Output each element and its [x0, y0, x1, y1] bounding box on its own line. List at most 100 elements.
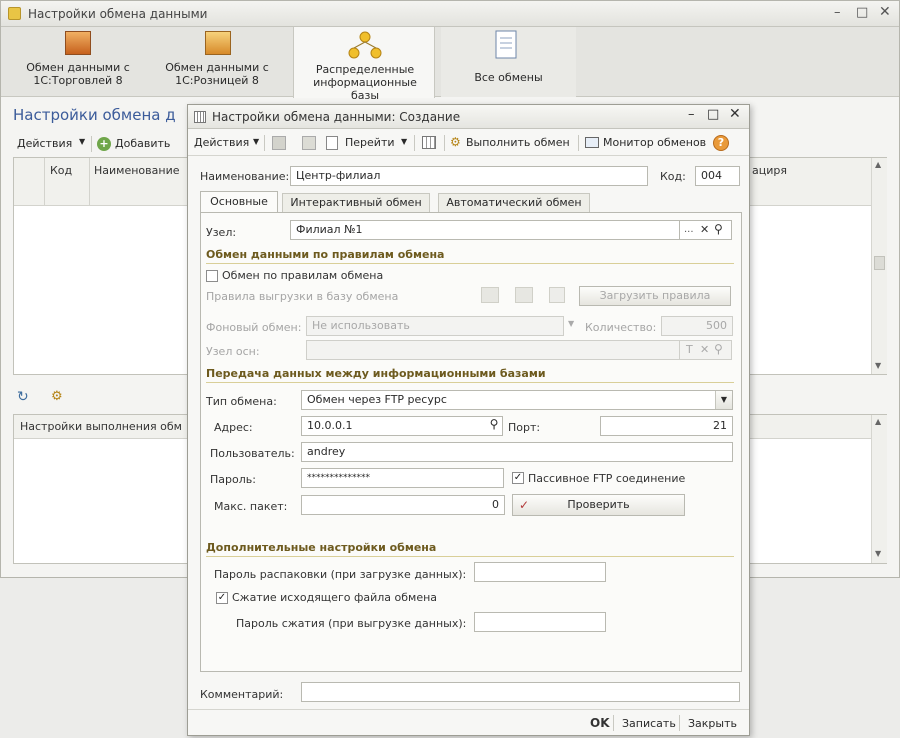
node-base-input[interactable]	[306, 340, 680, 360]
copy-icon[interactable]	[302, 136, 316, 150]
name-input[interactable]: Центр-филиал	[290, 166, 648, 186]
filter-t-icon[interactable]: T	[686, 343, 693, 356]
tab-interactive[interactable]: Интерактивный обмен	[282, 193, 430, 212]
lower-toolbar: ↻ ⚙	[13, 387, 93, 409]
by-rules-checkbox[interactable]	[206, 270, 218, 282]
dialog-close-icon[interactable]: ✕	[729, 106, 741, 122]
main-add-button[interactable]: Добавить	[115, 137, 170, 150]
grid-col-code[interactable]: Код	[50, 164, 72, 177]
tab-retail[interactable]: Обмен данными с 1С:Розницей 8	[149, 27, 284, 97]
load-rules-button[interactable]: Загрузить правила	[579, 286, 731, 306]
run-exchange-icon: ⚙	[450, 135, 461, 149]
add-icon: +	[97, 137, 111, 151]
save-icon[interactable]	[272, 136, 286, 150]
minimize-icon[interactable]: –	[834, 5, 841, 20]
dialog-goto-menu[interactable]: Перейти	[345, 136, 395, 149]
tab-trade[interactable]: Обмен данными с 1С:Торговлей 8	[13, 27, 143, 97]
select-icon[interactable]: ...	[684, 224, 694, 235]
user-input[interactable]: andrey	[301, 442, 733, 462]
run-exchange-button[interactable]: Выполнить обмен	[466, 136, 570, 149]
toolbar-separator	[444, 135, 445, 151]
rules-doc-icon[interactable]	[549, 287, 565, 303]
section-rules-line	[206, 263, 734, 264]
address-input[interactable]: 10.0.0.1	[301, 416, 487, 436]
maximize-icon[interactable]: □	[856, 5, 868, 20]
grid-scrollbar[interactable]: ▲ ▼	[871, 158, 887, 374]
form-icon[interactable]	[422, 136, 436, 149]
monitor-icon	[585, 137, 599, 148]
monitor-button[interactable]: Монитор обменов	[603, 136, 706, 149]
max-packet-input[interactable]: 0	[301, 495, 505, 515]
rules-save-icon[interactable]	[515, 287, 533, 303]
type-select[interactable]: Обмен через FTP ресурс	[301, 390, 733, 410]
tab-main[interactable]: Основные	[200, 191, 278, 212]
toolbar-separator	[578, 135, 579, 151]
grid-col-right[interactable]: ациря	[752, 164, 787, 177]
tab-retail-label: Обмен данными с 1С:Розницей 8	[165, 61, 269, 87]
clear-icon[interactable]: ✕	[700, 223, 709, 236]
port-input[interactable]: 21	[600, 416, 733, 436]
settings-grid-scrollbar[interactable]: ▲ ▼	[871, 415, 887, 563]
comment-label: Комментарий:	[200, 688, 284, 701]
toolbar-separator	[91, 136, 92, 152]
ok-button[interactable]: OK	[590, 716, 610, 730]
settings-grid-col[interactable]: Настройки выполнения обм	[20, 420, 182, 433]
count-label: Количество:	[585, 321, 657, 334]
passive-label: Пассивное FTP соединение	[528, 472, 686, 485]
load-rules-label: Загрузить правила	[599, 289, 711, 302]
tab-automatic[interactable]: Автоматический обмен	[438, 193, 590, 212]
background-label: Фоновый обмен:	[206, 321, 302, 334]
scroll-down-icon[interactable]: ▼	[875, 361, 881, 370]
type-dropdown-button[interactable]: ▼	[715, 391, 732, 409]
scroll-thumb[interactable]	[874, 256, 885, 270]
help-icon[interactable]: ?	[713, 135, 729, 151]
close-icon[interactable]: ✕	[879, 4, 891, 20]
comment-input[interactable]	[301, 682, 740, 702]
passive-checkbox[interactable]: ✓	[512, 472, 524, 484]
dialog-actions-menu[interactable]: Действия	[194, 136, 249, 149]
doc-icon[interactable]	[326, 136, 338, 150]
write-button[interactable]: Записать	[622, 717, 676, 730]
dialog-minimize-icon[interactable]: –	[688, 107, 695, 122]
check-button[interactable]: ✓ Проверить	[512, 494, 685, 516]
code-input[interactable]: 004	[695, 166, 740, 186]
unpack-password-input[interactable]	[474, 562, 606, 582]
code-label: Код:	[660, 170, 686, 183]
compress-label: Сжатие исходящего файла обмена	[232, 591, 438, 604]
compress-checkbox[interactable]: ✓	[216, 592, 228, 604]
by-rules-label: Обмен по правилам обмена	[222, 269, 384, 282]
address-search-button[interactable]: ⚲	[486, 416, 503, 436]
count-input[interactable]: 500	[661, 316, 733, 336]
section-additional-line	[206, 556, 734, 557]
tab-all[interactable]: Все обмены	[441, 27, 576, 97]
node-base-label: Узел осн:	[206, 345, 260, 358]
filter-icon[interactable]: ⚙	[51, 389, 63, 404]
chevron-down-icon: ▼	[401, 137, 408, 146]
tab-distributed[interactable]: Распределенные информационные базы	[293, 27, 435, 102]
node-base-picker: T ✕ ⚲	[680, 340, 732, 360]
search-icon[interactable]: ⚲	[714, 222, 723, 236]
node-input[interactable]: Филиал №1	[290, 220, 680, 240]
password-input[interactable]: **************	[301, 468, 504, 488]
rules-open-icon[interactable]	[481, 287, 499, 303]
compress-password-input[interactable]	[474, 612, 606, 632]
scroll-up-icon[interactable]: ▲	[875, 417, 881, 426]
chevron-down-icon: ▼	[253, 137, 260, 146]
scroll-up-icon[interactable]: ▲	[875, 160, 881, 169]
search-icon[interactable]: ⚲	[714, 342, 723, 356]
grid-col-divider	[44, 158, 45, 206]
chevron-down-icon: ▼	[568, 319, 575, 328]
grid-col-name[interactable]: Наименование	[94, 164, 179, 177]
clear-icon[interactable]: ✕	[700, 343, 709, 356]
chevron-down-icon: ▼	[79, 137, 86, 146]
main-actions-menu[interactable]: Действия	[17, 137, 72, 150]
max-packet-label: Макс. пакет:	[214, 500, 288, 513]
background-select[interactable]: Не использовать	[306, 316, 564, 336]
refresh-icon[interactable]: ↻	[17, 389, 29, 405]
scroll-down-icon[interactable]: ▼	[875, 549, 881, 558]
dialog-maximize-icon[interactable]: □	[707, 107, 719, 122]
tab-interactive-label: Интерактивный обмен	[290, 196, 422, 209]
main-toolbar: Действия ▼ + Добавить	[11, 133, 196, 155]
upload-rules-label: Правила выгрузки в базу обмена	[206, 290, 399, 303]
close-button[interactable]: Закрыть	[688, 717, 737, 730]
